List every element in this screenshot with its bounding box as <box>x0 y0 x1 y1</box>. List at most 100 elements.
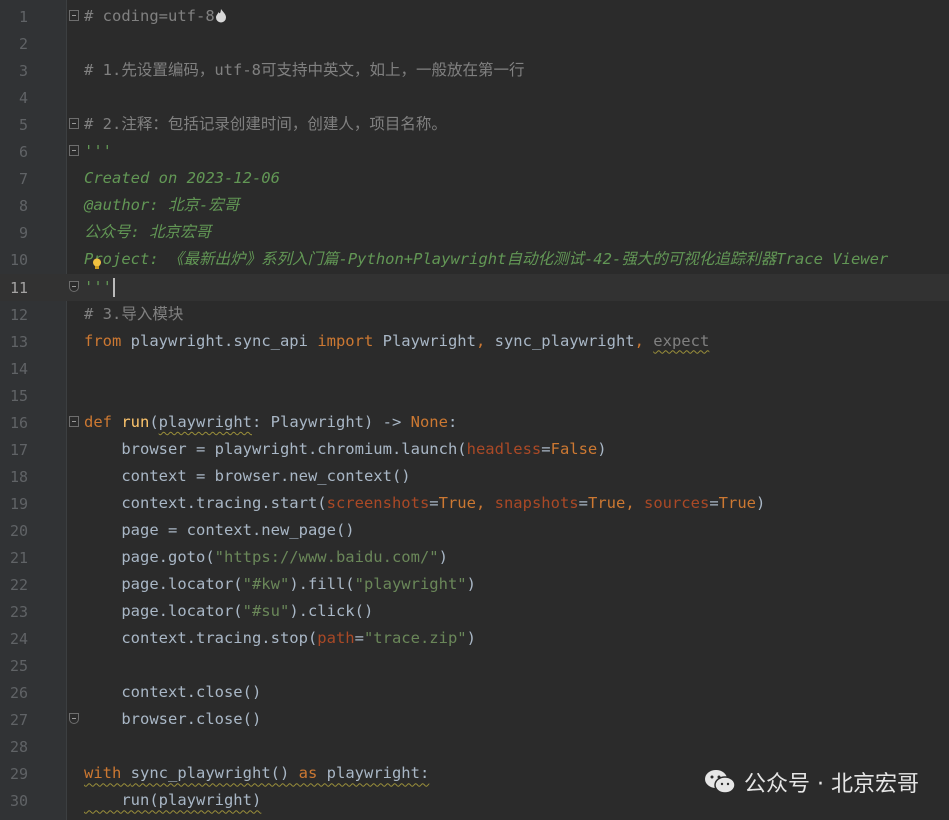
code-text[interactable]: with sync_playwright() as playwright: <box>84 764 429 783</box>
line-number: 14 <box>9 359 28 378</box>
code-line[interactable]: 24 context.tracing.stop(path="trace.zip"… <box>0 625 949 652</box>
code-token: browser.close() <box>84 710 262 729</box>
code-token: context = browser.new_context() <box>84 466 411 485</box>
code-token: True <box>438 493 476 512</box>
code-line[interactable]: 3 # 1.先设置编码，utf-8可支持中英文，如上，一般放在第一行 <box>0 57 949 84</box>
code-line[interactable]: 8 @author: 北京-宏哥 <box>0 192 949 219</box>
code-token: None <box>410 412 448 431</box>
fold-start-icon[interactable] <box>69 118 79 130</box>
code-line[interactable]: 13 from playwright.sync_api import Playwr… <box>0 328 949 355</box>
fold-start-icon[interactable] <box>69 145 79 157</box>
code-token: # 3.导入模块 <box>84 304 184 323</box>
code-token: from <box>84 331 131 350</box>
code-text[interactable]: Created on 2023-12-06 <box>84 169 280 188</box>
line-number: 17 <box>9 440 28 459</box>
code-line[interactable]: 9 公众号: 北京宏哥 <box>0 219 949 246</box>
wechat-icon <box>705 770 736 794</box>
line-number: 23 <box>9 603 28 622</box>
code-text[interactable]: page.locator("#su").click() <box>84 602 373 621</box>
code-line[interactable]: 26 context.close() <box>0 679 949 706</box>
line-number: 27 <box>9 711 28 730</box>
code-token: ( <box>149 412 159 431</box>
fold-start-icon[interactable] <box>69 10 79 21</box>
code-text[interactable]: browser.close() <box>84 710 261 729</box>
code-text[interactable]: page.locator("#kw").fill("playwright") <box>84 575 476 594</box>
code-line[interactable]: 15 <box>0 382 949 409</box>
line-number: 10 <box>9 251 28 270</box>
code-line[interactable]: 28 <box>0 733 949 760</box>
code-text[interactable]: ''' <box>84 142 112 161</box>
code-text[interactable]: run(playwright) <box>84 791 261 810</box>
code-text[interactable]: @author: 北京-宏哥 <box>84 196 239 215</box>
code-text[interactable]: browser = playwright.chromium.launch(hea… <box>84 439 606 459</box>
line-number: 18 <box>9 467 28 486</box>
code-text[interactable]: # 3.导入模块 <box>84 305 183 324</box>
code-line[interactable]: 22 page.locator("#kw").fill("playwright"… <box>0 571 949 598</box>
line-number: 20 <box>9 521 28 540</box>
code-text[interactable]: context = browser.new_context() <box>84 466 411 486</box>
line-number: 13 <box>9 332 28 351</box>
code-line[interactable]: 19 context.tracing.start(screenshots=Tru… <box>0 490 949 517</box>
lightbulb-icon[interactable] <box>92 258 102 270</box>
code-text[interactable]: ''' <box>84 277 115 297</box>
code-text[interactable]: context.tracing.start(screenshots=True, … <box>84 494 765 513</box>
code-token: , <box>634 331 654 350</box>
code-token: page = context.new_page() <box>84 520 355 539</box>
code-text[interactable]: # coding=utf-8 <box>84 7 227 26</box>
code-line[interactable]: 12 # 3.导入模块 <box>0 301 949 328</box>
code-token: run <box>121 412 150 431</box>
line-number: 7 <box>18 170 28 189</box>
line-number: 28 <box>9 738 28 757</box>
code-line[interactable]: 17 browser = playwright.chromium.launch(… <box>0 436 949 463</box>
code-token: Project: 《最新出炉》系列入门篇-Python+Playwright自动… <box>84 250 889 269</box>
code-editor[interactable]: 1 # coding=utf-8 2 3 # 1.先设置编码，utf-8可支持中英文，如… <box>0 0 949 820</box>
code-line[interactable]: 7 Created on 2023-12-06 <box>0 165 949 192</box>
line-number: 6 <box>18 143 28 162</box>
code-token: = <box>429 493 439 512</box>
fold-end-icon[interactable] <box>69 280 79 292</box>
line-number: 16 <box>9 413 28 432</box>
code-line[interactable]: 18 context = browser.new_context() <box>0 463 949 490</box>
code-line[interactable]: 1 # coding=utf-8 <box>0 3 949 30</box>
code-text[interactable]: page = context.new_page() <box>84 520 355 540</box>
code-text[interactable]: # 1.先设置编码，utf-8可支持中英文，如上，一般放在第一行 <box>84 61 525 80</box>
code-text[interactable]: Project: 《最新出炉》系列入门篇-Python+Playwright自动… <box>84 250 888 269</box>
fold-end-icon[interactable] <box>69 713 79 725</box>
code-token: False <box>550 439 598 458</box>
code-line[interactable]: 5 # 2.注释：包括记录创建时间，创建人，项目名称。 <box>0 111 949 138</box>
code-token: # coding=utf-8 <box>84 7 215 25</box>
code-line[interactable]: 21 page.goto("https://www.baidu.com/") <box>0 544 949 571</box>
text-cursor <box>113 277 115 297</box>
code-line[interactable]: 25 <box>0 652 949 679</box>
code-line[interactable]: 10 Project: 《最新出炉》系列入门篇-Python+Playwright… <box>0 246 949 273</box>
code-line[interactable]: 6 ''' <box>0 138 949 165</box>
line-number: 24 <box>9 630 28 649</box>
code-line[interactable]: 11 ''' <box>0 273 949 301</box>
code-text[interactable]: from playwright.sync_api import Playwrig… <box>84 332 709 351</box>
code-line[interactable]: 27 browser.close() <box>0 706 949 733</box>
code-text[interactable]: context.close() <box>84 683 261 702</box>
code-line[interactable]: 2 <box>0 30 949 57</box>
line-number: 5 <box>18 116 28 135</box>
code-token: ) <box>438 548 448 566</box>
code-line[interactable]: 16 def run(playwright: Playwright) -> Non… <box>0 409 949 436</box>
line-number: 26 <box>9 684 28 703</box>
code-token: = <box>709 493 719 512</box>
code-text[interactable]: def run(playwright: Playwright) -> None: <box>84 413 457 432</box>
line-number: 15 <box>9 386 28 405</box>
code-token: ) <box>755 493 766 512</box>
code-text[interactable]: # 2.注释：包括记录创建时间，创建人，项目名称。 <box>84 115 447 134</box>
code-text[interactable]: page.goto("https://www.baidu.com/") <box>84 548 448 567</box>
code-line[interactable]: 20 page = context.new_page() <box>0 517 949 544</box>
code-token: Playwright <box>382 331 476 350</box>
code-line[interactable]: 4 <box>0 84 949 111</box>
code-text[interactable]: 公众号: 北京宏哥 <box>84 223 211 242</box>
code-line[interactable]: 23 page.locator("#su").click() <box>0 598 949 625</box>
code-token: = <box>354 629 364 648</box>
code-token: Created on 2023-12-06 <box>84 169 280 188</box>
code-token: : <box>447 412 458 431</box>
code-token: @author: 北京-宏哥 <box>84 196 240 215</box>
code-line[interactable]: 14 <box>0 355 949 382</box>
fold-start-icon[interactable] <box>69 415 79 427</box>
code-text[interactable]: context.tracing.stop(path="trace.zip") <box>84 629 476 648</box>
